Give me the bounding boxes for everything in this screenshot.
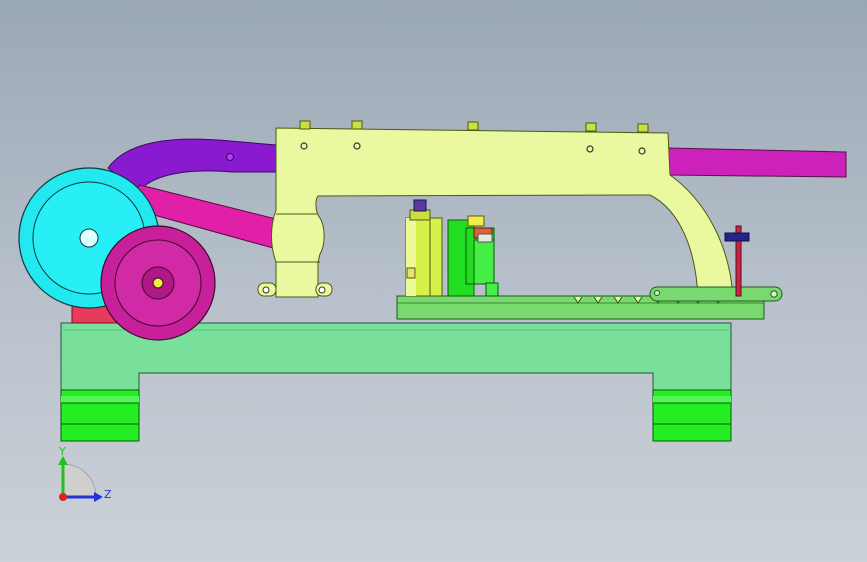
y-axis-label: Y [58, 445, 66, 458]
c-frame [257, 120, 734, 299]
right-foot [652, 389, 732, 442]
magenta-pulley [100, 225, 216, 341]
z-axis-label: Z [104, 488, 112, 501]
magenta-arm [667, 147, 847, 178]
guide-bar [649, 286, 783, 302]
clamp-cylinder [405, 199, 443, 297]
coordinate-triad: Y Z [58, 445, 112, 502]
left-foot [60, 389, 140, 442]
cad-viewport[interactable]: Y Z [0, 0, 867, 562]
x-axis-point [59, 493, 67, 501]
clamp-block [447, 215, 499, 297]
purple-link-pin [226, 153, 234, 161]
assembly-drawing: Y Z [18, 120, 847, 502]
